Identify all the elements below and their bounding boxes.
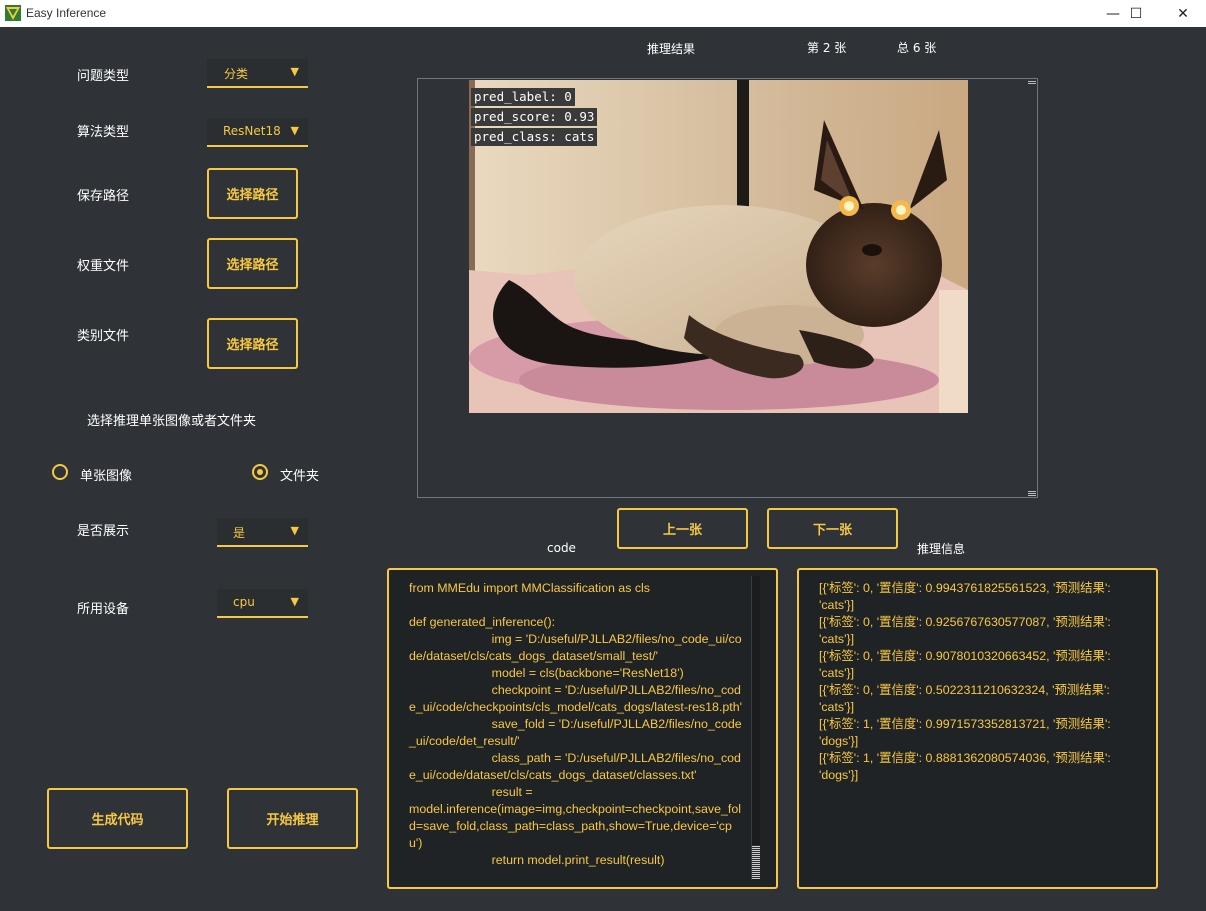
select-mode-label: 选择推理单张图像或者文件夹 [87, 414, 257, 429]
weights-file-label: 权重文件 [77, 259, 130, 274]
current-index: 第 2 张 [807, 41, 847, 55]
problem-type-label: 问题类型 [77, 69, 130, 84]
next-image-button[interactable]: 下一张 [767, 508, 898, 549]
chevron-down-icon: ▼ [290, 65, 299, 78]
code-text[interactable]: from MMEdu import MMClassification as cl… [409, 580, 744, 869]
chevron-down-icon: ▼ [290, 124, 299, 137]
generate-code-button[interactable]: 生成代码 [47, 788, 188, 849]
image-scrollbar[interactable] [1028, 80, 1036, 496]
radio-folder-label: 文件夹 [280, 469, 320, 484]
save-path-button[interactable]: 选择路径 [207, 168, 298, 219]
code-scrollbar[interactable] [751, 576, 760, 880]
algo-type-select[interactable]: ResNet18 ▼ [207, 118, 308, 147]
classes-file-button[interactable]: 选择路径 [207, 318, 298, 369]
device-select[interactable]: cpu ▼ [217, 589, 308, 618]
show-result-select[interactable]: 是 ▼ [217, 518, 308, 547]
chevron-down-icon: ▼ [290, 524, 299, 537]
show-result-label: 是否展示 [77, 524, 130, 539]
problem-type-value: 分类 [224, 67, 249, 81]
result-title: 推理结果 [647, 42, 696, 56]
code-title: code [547, 541, 576, 555]
pred-class-tag: pred_class: cats [471, 128, 598, 146]
maximize-icon: ☐ [1129, 5, 1143, 22]
title-bar: Easy Inference — ☐ ✕ [0, 0, 1206, 27]
save-path-label: 保存路径 [77, 189, 130, 204]
radio-single-image[interactable] [52, 464, 68, 480]
close-icon: ✕ [1177, 5, 1189, 22]
pred-score-tag: pred_score: 0.93 [471, 108, 598, 126]
window-title: Easy Inference [26, 6, 107, 20]
app-logo-icon [5, 5, 21, 21]
algo-type-value: ResNet18 [223, 124, 281, 138]
info-text[interactable]: [{'标签': 0, '置信度': 0.9943761825561523, '预… [819, 580, 1119, 784]
info-panel[interactable]: [{'标签': 0, '置信度': 0.9943761825561523, '预… [797, 568, 1158, 889]
device-value: cpu [233, 595, 255, 609]
chevron-down-icon: ▼ [290, 595, 299, 608]
info-title: 推理信息 [917, 542, 966, 556]
radio-single-image-label: 单张图像 [80, 469, 133, 484]
code-scroll-thumb[interactable] [752, 845, 760, 879]
algo-type-label: 算法类型 [77, 125, 130, 140]
problem-type-select[interactable]: 分类 ▼ [207, 59, 308, 88]
maximize-button[interactable]: ☐ [1113, 0, 1159, 27]
code-panel[interactable]: from MMEdu import MMClassification as cl… [387, 568, 778, 889]
pred-label-tag: pred_label: 0 [471, 88, 575, 106]
weights-file-button[interactable]: 选择路径 [207, 238, 298, 289]
show-result-value: 是 [233, 526, 246, 540]
classes-file-label: 类别文件 [77, 329, 130, 344]
radio-folder[interactable] [252, 464, 268, 480]
start-inference-button[interactable]: 开始推理 [227, 788, 358, 849]
prev-image-button[interactable]: 上一张 [617, 508, 748, 549]
close-button[interactable]: ✕ [1160, 0, 1206, 27]
total-count: 总 6 张 [897, 41, 937, 55]
device-label: 所用设备 [77, 602, 130, 617]
